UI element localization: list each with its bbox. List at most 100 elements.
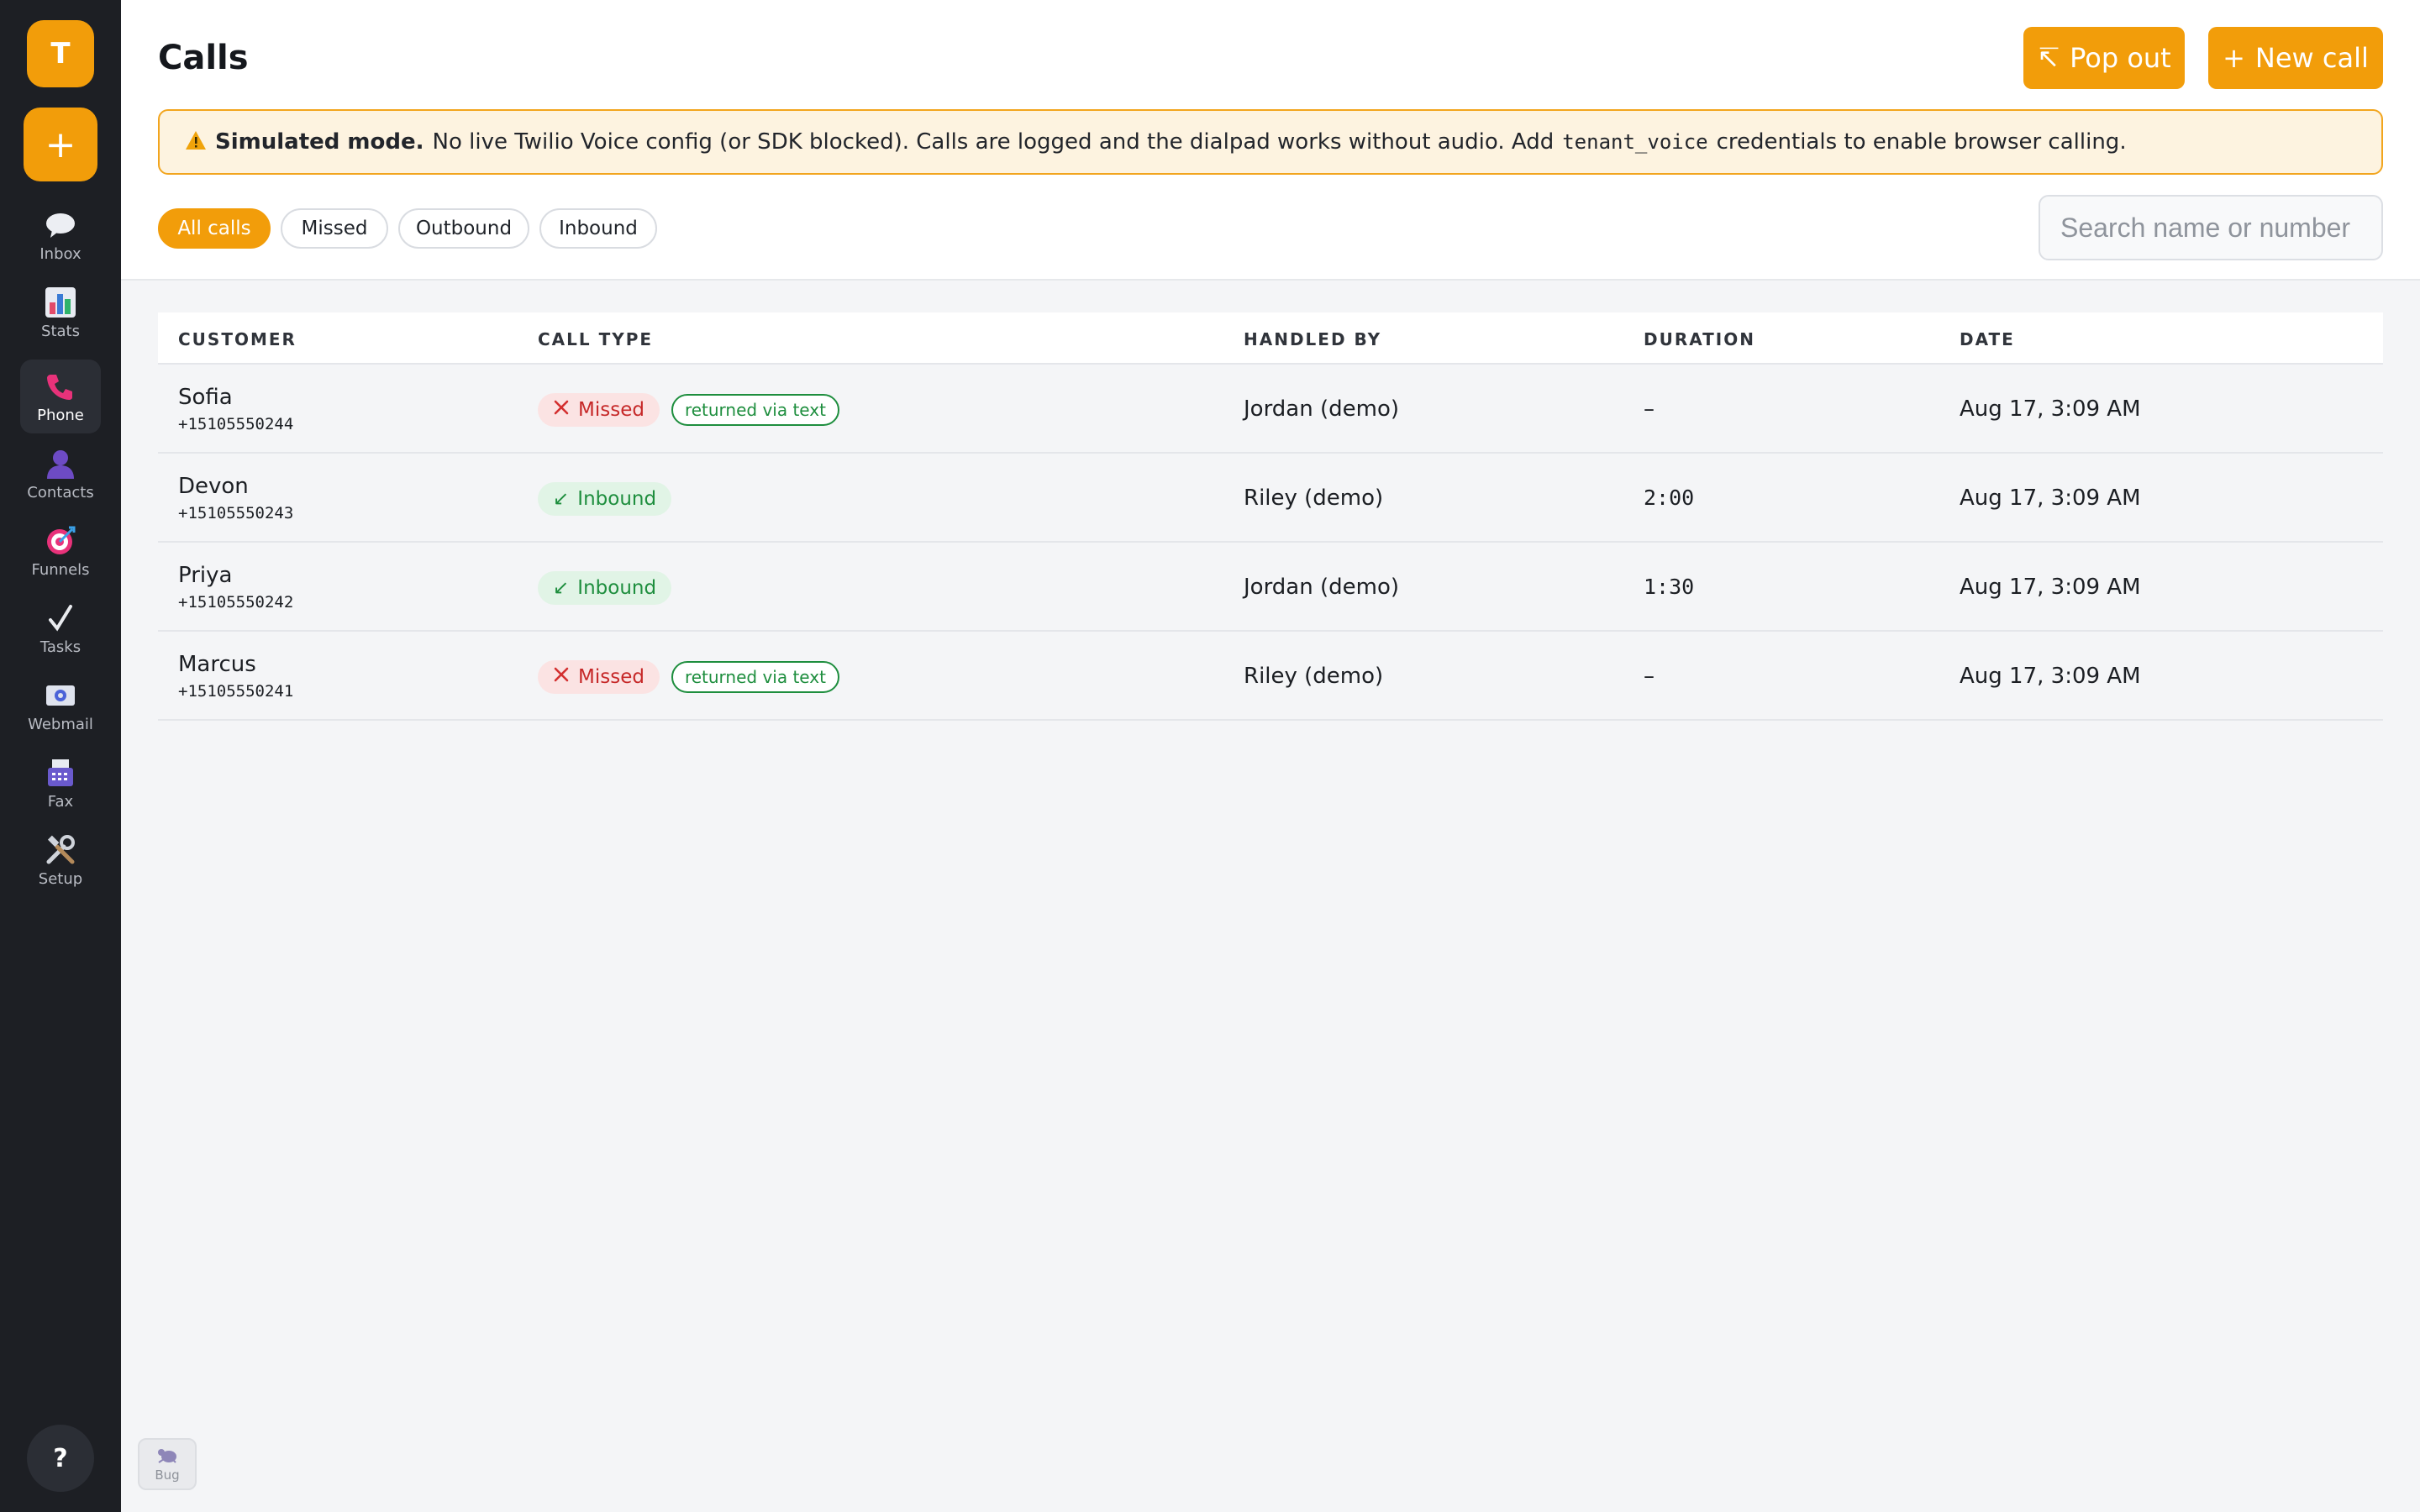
sidebar-item-contacts[interactable]: Contacts (20, 437, 101, 511)
checkmark-icon (44, 601, 77, 635)
warning-icon (185, 129, 207, 156)
call-type-label: Missed (578, 399, 644, 421)
pop-out-icon: ↸ (2037, 42, 2060, 74)
column-header-date[interactable]: DATE (1960, 329, 2015, 349)
plus-icon: + (2223, 42, 2245, 74)
main-content: Calls ↸ Pop out + New call Simulated mod… (121, 0, 2420, 1512)
sidebar-item-label: Stats (41, 322, 80, 340)
customer-name: Devon (178, 474, 249, 499)
duration: – (1644, 664, 1655, 689)
missed-badge: Missed (538, 660, 660, 694)
help-button[interactable]: ? (27, 1425, 94, 1492)
calls-header-panel: Calls ↸ Pop out + New call Simulated mod… (121, 0, 2420, 281)
bar-chart-icon (44, 286, 77, 319)
sidebar-item-label: Contacts (27, 483, 94, 501)
column-header-customer[interactable]: CUSTOMER (178, 329, 297, 349)
sidebar-item-fax[interactable]: Fax (20, 746, 101, 820)
date: Aug 17, 3:09 AM (1960, 575, 2141, 600)
fax-icon (44, 756, 77, 790)
banner-text-end: credentials to enable browser calling. (1716, 129, 2127, 155)
sidebar-item-label: Fax (47, 792, 74, 811)
handled-by: Jordan (demo) (1244, 575, 1400, 600)
workspace-avatar[interactable]: T (27, 20, 94, 87)
banner-code: tenant_voice (1562, 130, 1708, 154)
column-header-handled-by[interactable]: HANDLED BY (1244, 329, 1381, 349)
bug-label: Bug (155, 1467, 180, 1483)
table-row[interactable]: Devon +15105550243 ↙ Inbound Riley (demo… (158, 454, 2383, 543)
sidebar-item-funnels[interactable]: Funnels (20, 514, 101, 588)
sidebar-item-tasks[interactable]: Tasks (20, 591, 101, 665)
sidebar-item-setup[interactable]: Setup (20, 823, 101, 897)
returned-via-text-tag: returned via text (671, 661, 839, 693)
call-type-cell: ↙ Inbound (538, 571, 672, 605)
duration: – (1644, 396, 1655, 422)
tools-icon (44, 833, 77, 867)
sidebar-item-label: Tasks (39, 638, 82, 656)
banner-text: No live Twilio Voice config (or SDK bloc… (432, 129, 1555, 155)
table-row[interactable]: Priya +15105550242 ↙ Inbound Jordan (dem… (158, 543, 2383, 632)
sidebar-item-stats[interactable]: Stats (20, 276, 101, 349)
date: Aug 17, 3:09 AM (1960, 486, 2141, 511)
pop-out-label: Pop out (2070, 42, 2171, 74)
returned-via-text-tag: returned via text (671, 394, 839, 426)
sidebar-item-label: Phone (37, 406, 84, 424)
column-header-duration[interactable]: DURATION (1644, 329, 1755, 349)
table-row[interactable]: Marcus +15105550241 Missed returned via … (158, 632, 2383, 721)
new-call-button[interactable]: + New call (2208, 27, 2383, 89)
customer-phone: +15105550242 (178, 593, 294, 612)
customer-phone: +15105550244 (178, 415, 294, 433)
chat-bubble-icon (44, 208, 77, 242)
sidebar-item-label: Inbox (39, 244, 82, 263)
call-type-label: Inbound (577, 577, 657, 599)
customer-phone: +15105550241 (178, 682, 294, 701)
search-input[interactable] (2039, 195, 2383, 260)
filter-inbound[interactable]: Inbound (539, 208, 657, 249)
mail-icon (44, 679, 77, 712)
inbound-arrow-icon: ↙ (553, 488, 570, 510)
handled-by: Riley (demo) (1244, 486, 1384, 511)
new-call-label: New call (2254, 42, 2369, 74)
simulated-mode-banner: Simulated mode. No live Twilio Voice con… (158, 109, 2383, 175)
inbound-arrow-icon: ↙ (553, 577, 570, 599)
table-header: CUSTOMER CALL TYPE HANDLED BY DURATION D… (158, 312, 2383, 365)
phone-icon (44, 370, 77, 403)
person-icon (44, 447, 77, 480)
customer-name: Sofia (178, 385, 233, 410)
sidebar-item-inbox[interactable]: Inbox (20, 198, 101, 272)
call-type-cell: Missed returned via text (538, 393, 839, 427)
call-type-label: Inbound (577, 488, 657, 510)
customer-name: Priya (178, 563, 233, 588)
call-type-cell: Missed returned via text (538, 660, 839, 694)
x-icon (553, 399, 570, 421)
call-type-label: Missed (578, 666, 644, 688)
duration: 1:30 (1644, 575, 1695, 599)
sidebar-item-webmail[interactable]: Webmail (20, 669, 101, 743)
bug-report-button[interactable]: Bug (138, 1438, 197, 1490)
calls-table: CUSTOMER CALL TYPE HANDLED BY DURATION D… (158, 312, 2383, 721)
filter-missed[interactable]: Missed (281, 208, 388, 249)
sidebar-item-phone[interactable]: Phone (20, 360, 101, 433)
duration: 2:00 (1644, 486, 1695, 510)
call-type-cell: ↙ Inbound (538, 482, 672, 516)
handled-by: Jordan (demo) (1244, 396, 1400, 422)
filter-outbound[interactable]: Outbound (398, 208, 529, 249)
target-icon (44, 524, 77, 558)
column-header-call-type[interactable]: CALL TYPE (538, 329, 653, 349)
page-title: Calls (158, 39, 249, 77)
pop-out-button[interactable]: ↸ Pop out (2023, 27, 2185, 89)
filter-all-calls[interactable]: All calls (158, 208, 271, 249)
x-icon (553, 666, 570, 688)
customer-name: Marcus (178, 652, 256, 677)
sidebar: T + Inbox Stats Phone Contacts Funnels T… (0, 0, 121, 1512)
sidebar-item-label: Funnels (31, 560, 90, 579)
sidebar-item-label: Webmail (28, 715, 93, 733)
table-row[interactable]: Sofia +15105550244 Missed returned via t… (158, 365, 2383, 454)
banner-title: Simulated mode. (215, 129, 424, 155)
customer-phone: +15105550243 (178, 504, 294, 522)
sidebar-item-label: Setup (38, 869, 83, 888)
date: Aug 17, 3:09 AM (1960, 664, 2141, 689)
handled-by: Riley (demo) (1244, 664, 1384, 689)
add-button[interactable]: + (24, 108, 97, 181)
inbound-badge: ↙ Inbound (538, 571, 672, 605)
date: Aug 17, 3:09 AM (1960, 396, 2141, 422)
